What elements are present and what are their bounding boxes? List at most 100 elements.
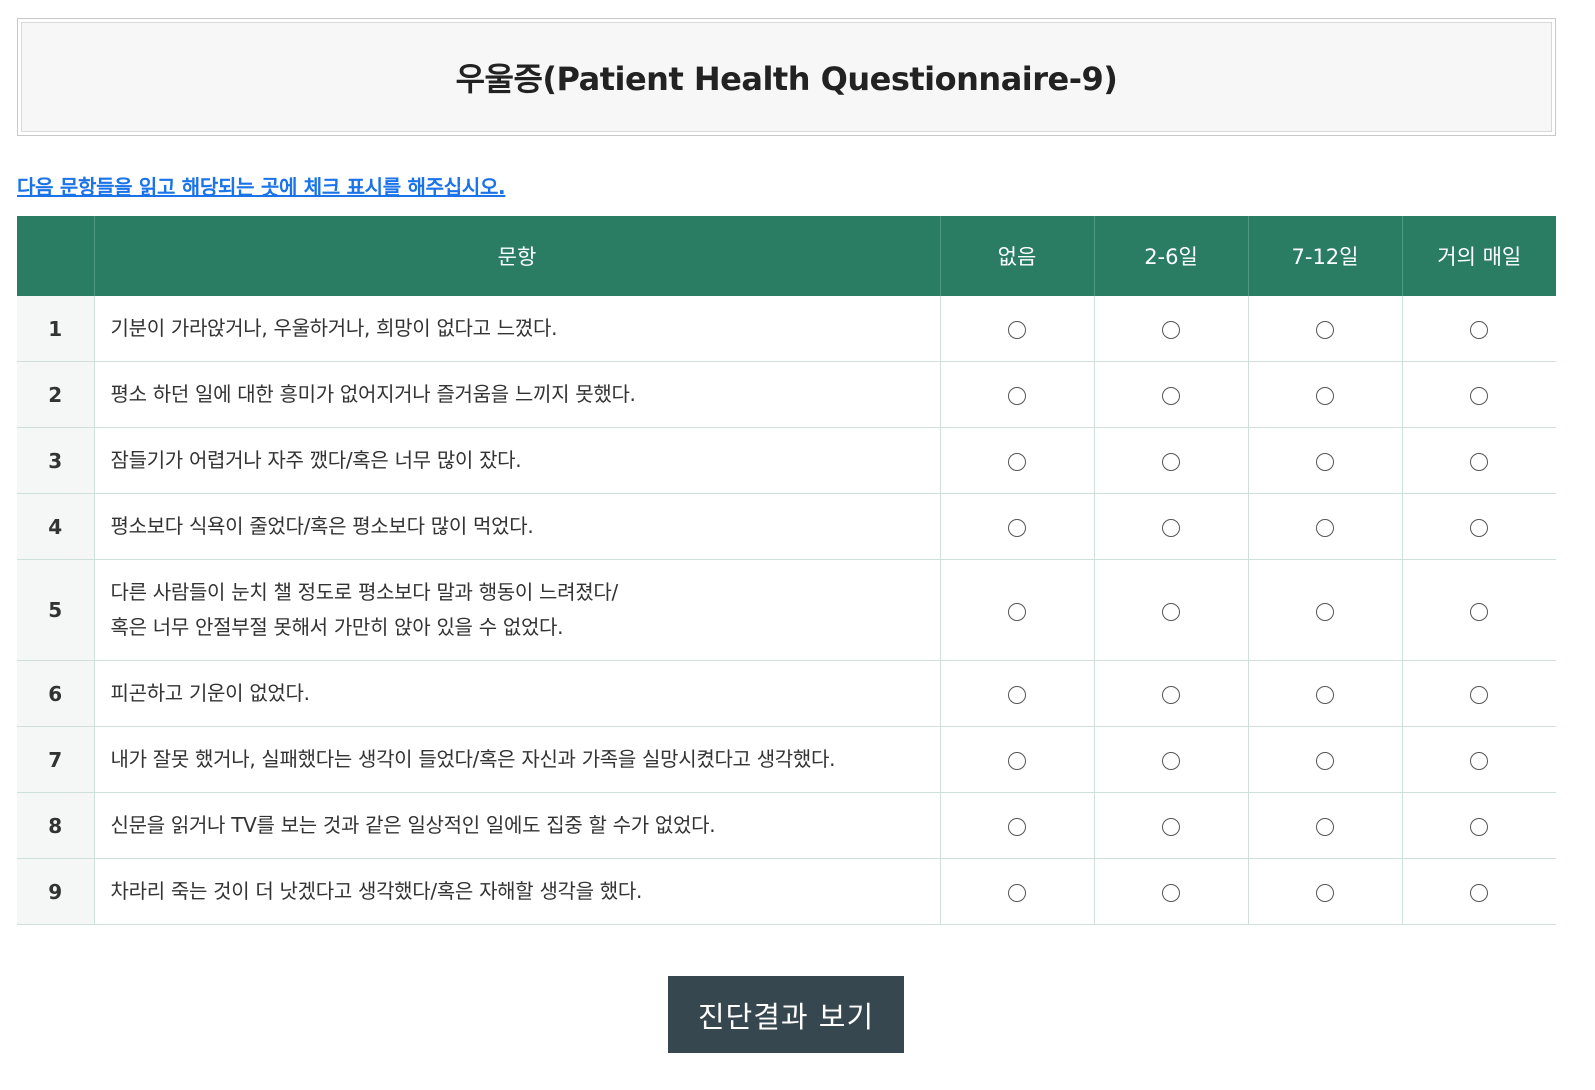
- instruction-link[interactable]: 다음 문항들을 읽고 해당되는 곳에 체크 표시를 해주십시오.: [17, 171, 506, 200]
- option-cell-none: [939, 559, 1094, 661]
- radio-none[interactable]: [1008, 453, 1026, 471]
- option-cell-almost-daily: [1401, 361, 1556, 428]
- question-line: 기분이 가라앉거나, 우울하거나, 희망이 없다고 느꼈다.: [110, 316, 558, 340]
- table-row: 4 평소보다 식욕이 줄었다/혹은 평소보다 많이 먹었다.: [17, 493, 1556, 560]
- table-row: 3 잠들기가 어렵거나 자주 깼다/혹은 너무 많이 잤다.: [17, 427, 1556, 494]
- radio-none[interactable]: [1008, 752, 1026, 770]
- radio-none[interactable]: [1008, 387, 1026, 405]
- radio-7-12-days[interactable]: [1316, 387, 1334, 405]
- radio-2-6-days[interactable]: [1162, 387, 1180, 405]
- option-cell-7-12-days: [1247, 296, 1402, 362]
- table-header-row: 문항 없음 2-6일 7-12일 거의 매일: [17, 216, 1556, 296]
- radio-7-12-days[interactable]: [1316, 752, 1334, 770]
- option-cell-none: [939, 660, 1094, 727]
- table-body: 1 기분이 가라앉거나, 우울하거나, 희망이 없다고 느꼈다. 2 평소 하던 일에…: [17, 296, 1556, 925]
- radio-2-6-days[interactable]: [1162, 884, 1180, 902]
- option-cell-none: [939, 493, 1094, 560]
- table-row: 9 차라리 죽는 것이 더 낫겠다고 생각했다/혹은 자해할 생각을 했다.: [17, 858, 1556, 925]
- question-number: 1: [17, 296, 94, 362]
- radio-7-12-days[interactable]: [1316, 818, 1334, 836]
- question-text: 평소 하던 일에 대한 흥미가 없어지거나 즐거움을 느끼지 못했다.: [93, 361, 940, 428]
- question-line: 혹은 너무 안절부절 못해서 가만히 앉아 있을 수 없었다.: [110, 615, 564, 639]
- radio-2-6-days[interactable]: [1162, 818, 1180, 836]
- radio-almost-daily[interactable]: [1470, 387, 1489, 405]
- radio-almost-daily[interactable]: [1470, 519, 1489, 537]
- radio-7-12-days[interactable]: [1316, 686, 1334, 704]
- radio-almost-daily[interactable]: [1470, 453, 1489, 471]
- question-text: 내가 잘못 했거나, 실패했다는 생각이 들었다/혹은 자신과 가족을 실망시켰…: [93, 726, 940, 793]
- question-number: 4: [17, 493, 94, 560]
- radio-none[interactable]: [1008, 818, 1026, 836]
- option-cell-7-12-days: [1247, 493, 1402, 560]
- radio-almost-daily[interactable]: [1470, 884, 1489, 902]
- question-text: 잠들기가 어렵거나 자주 깼다/혹은 너무 많이 잤다.: [93, 427, 940, 494]
- option-cell-2-6-days: [1093, 361, 1248, 428]
- radio-almost-daily[interactable]: [1470, 602, 1489, 621]
- option-cell-almost-daily: [1401, 427, 1556, 494]
- option-cell-2-6-days: [1093, 726, 1248, 793]
- radio-none[interactable]: [1008, 519, 1026, 537]
- option-cell-2-6-days: [1093, 427, 1248, 494]
- column-header-none: 없음: [939, 216, 1094, 296]
- option-cell-almost-daily: [1401, 296, 1556, 362]
- option-cell-7-12-days: [1247, 427, 1402, 494]
- column-header-7-12-days: 7-12일: [1247, 216, 1402, 296]
- column-header-2-6-days: 2-6일: [1093, 216, 1248, 296]
- radio-2-6-days[interactable]: [1162, 686, 1180, 704]
- option-cell-2-6-days: [1093, 792, 1248, 859]
- option-cell-2-6-days: [1093, 858, 1248, 925]
- radio-almost-daily[interactable]: [1470, 321, 1489, 339]
- option-cell-almost-daily: [1401, 493, 1556, 560]
- question-line: 내가 잘못 했거나, 실패했다는 생각이 들었다/혹은 자신과 가족을 실망시켰…: [110, 747, 836, 771]
- radio-none[interactable]: [1008, 686, 1026, 704]
- table-row: 5 다른 사람들이 눈치 챌 정도로 평소보다 말과 행동이 느려졌다/혹은 너무…: [17, 559, 1556, 661]
- option-cell-almost-daily: [1401, 858, 1556, 925]
- question-line: 평소보다 식욕이 줄었다/혹은 평소보다 많이 먹었다.: [110, 514, 534, 538]
- option-cell-7-12-days: [1247, 559, 1402, 661]
- question-line: 피곤하고 기운이 없었다.: [110, 681, 310, 705]
- radio-none[interactable]: [1008, 321, 1026, 339]
- questionnaire-table: 문항 없음 2-6일 7-12일 거의 매일 1 기분이 가라앉거나, 우울하거나…: [17, 216, 1556, 925]
- radio-7-12-days[interactable]: [1316, 453, 1334, 471]
- option-cell-almost-daily: [1401, 726, 1556, 793]
- option-cell-7-12-days: [1247, 726, 1402, 793]
- option-cell-almost-daily: [1401, 660, 1556, 727]
- question-number: 9: [17, 858, 94, 925]
- radio-none[interactable]: [1008, 884, 1026, 902]
- phq9-page: 우울증(Patient Health Questionnaire-9) 다음 문…: [0, 0, 1595, 1090]
- table-row: 6 피곤하고 기운이 없었다.: [17, 660, 1556, 727]
- page-title: 우울증(Patient Health Questionnaire-9): [455, 60, 1118, 98]
- radio-2-6-days[interactable]: [1162, 602, 1180, 621]
- option-cell-7-12-days: [1247, 660, 1402, 727]
- radio-2-6-days[interactable]: [1162, 321, 1180, 339]
- question-number: 7: [17, 726, 94, 793]
- title-inner: 우울증(Patient Health Questionnaire-9): [21, 22, 1552, 132]
- option-cell-almost-daily: [1401, 792, 1556, 859]
- radio-7-12-days[interactable]: [1316, 519, 1334, 537]
- radio-almost-daily[interactable]: [1470, 752, 1489, 770]
- radio-almost-daily[interactable]: [1470, 686, 1489, 704]
- option-cell-almost-daily: [1401, 559, 1556, 661]
- option-cell-7-12-days: [1247, 792, 1402, 859]
- option-cell-7-12-days: [1247, 858, 1402, 925]
- radio-almost-daily[interactable]: [1470, 818, 1489, 836]
- option-cell-2-6-days: [1093, 493, 1248, 560]
- table-row: 2 평소 하던 일에 대한 흥미가 없어지거나 즐거움을 느끼지 못했다.: [17, 361, 1556, 428]
- radio-2-6-days[interactable]: [1162, 453, 1180, 471]
- radio-7-12-days[interactable]: [1316, 321, 1334, 339]
- option-cell-none: [939, 858, 1094, 925]
- radio-2-6-days[interactable]: [1162, 519, 1180, 537]
- radio-none[interactable]: [1008, 602, 1026, 621]
- option-cell-2-6-days: [1093, 660, 1248, 727]
- question-number: 6: [17, 660, 94, 727]
- option-cell-none: [939, 726, 1094, 793]
- option-cell-2-6-days: [1093, 559, 1248, 661]
- radio-2-6-days[interactable]: [1162, 752, 1180, 770]
- option-cell-none: [939, 427, 1094, 494]
- radio-7-12-days[interactable]: [1316, 884, 1334, 902]
- question-text: 차라리 죽는 것이 더 낫겠다고 생각했다/혹은 자해할 생각을 했다.: [93, 858, 940, 925]
- table-row: 7 내가 잘못 했거나, 실패했다는 생각이 들었다/혹은 자신과 가족을 실망시…: [17, 726, 1556, 793]
- question-line: 잠들기가 어렵거나 자주 깼다/혹은 너무 많이 잤다.: [110, 448, 522, 472]
- radio-7-12-days[interactable]: [1316, 602, 1334, 621]
- view-result-button[interactable]: 진단결과 보기: [668, 976, 904, 1053]
